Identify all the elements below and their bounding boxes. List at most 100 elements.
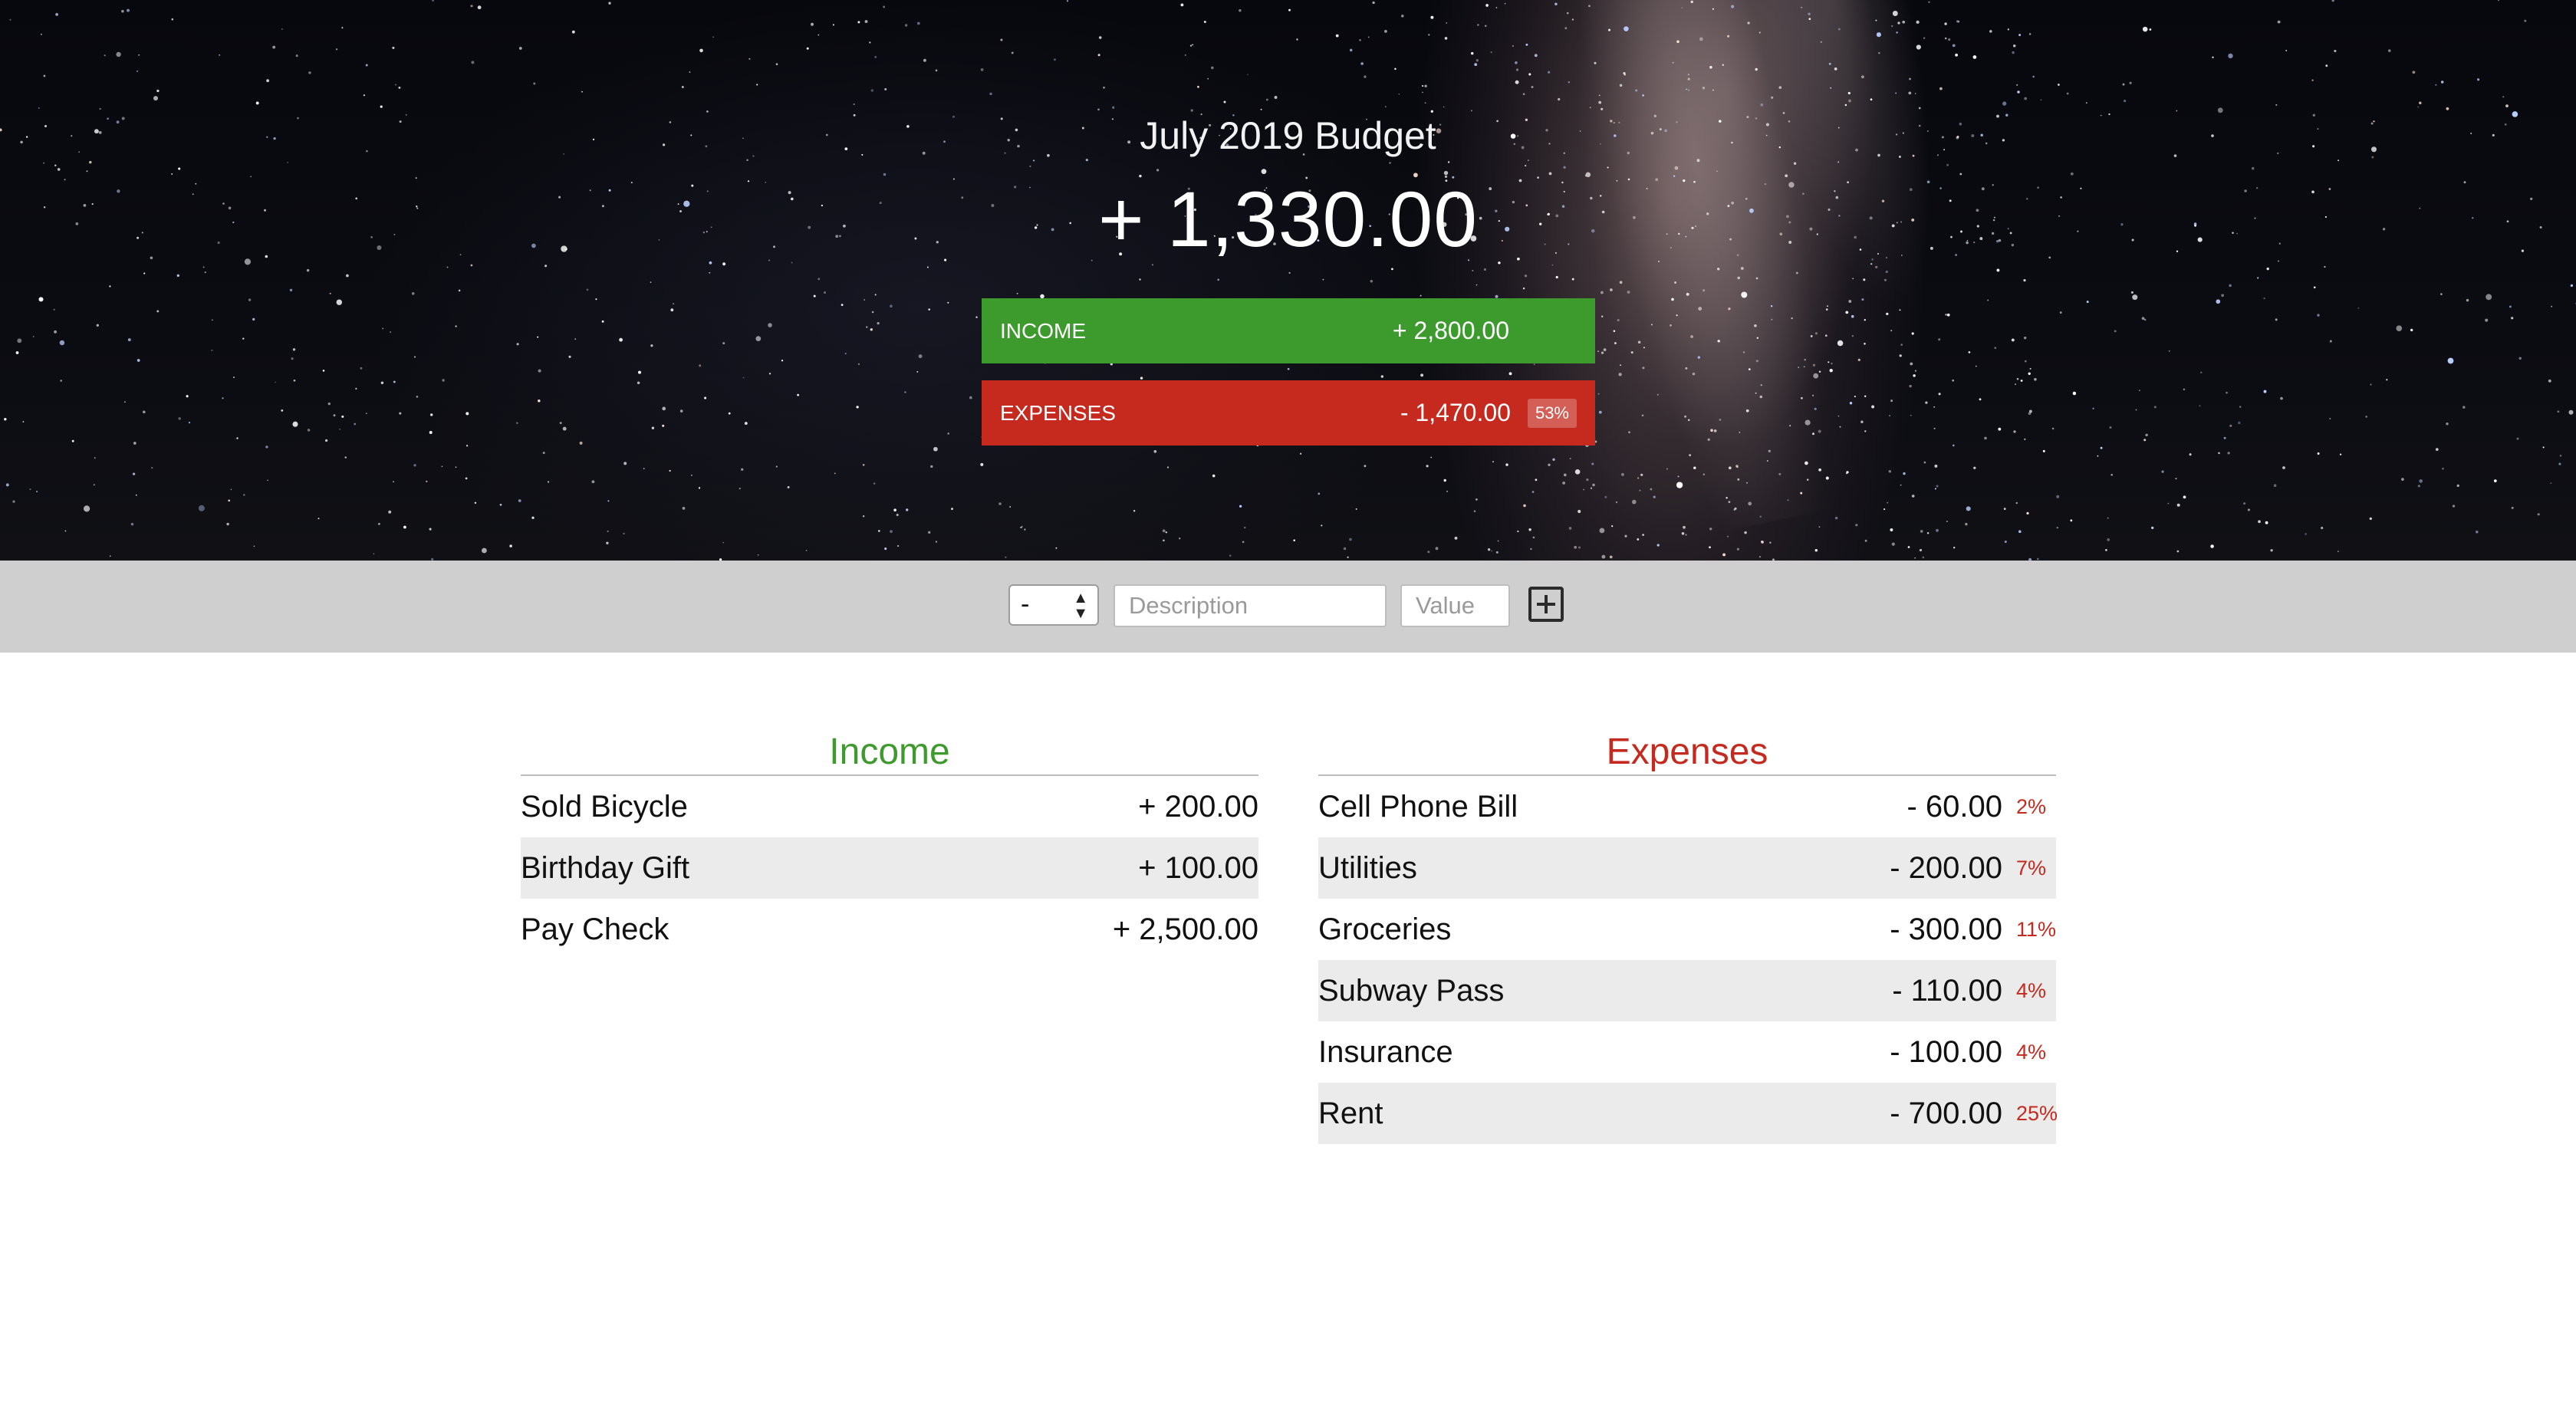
star [1686, 292, 1689, 296]
income-list: Income Sold Bicycle + 200.00 Birthday Gi… [521, 728, 1258, 960]
star [1687, 419, 1690, 422]
star [1677, 475, 1679, 478]
star [1600, 291, 1604, 294]
star [619, 337, 623, 342]
star [1828, 62, 1831, 65]
star [623, 532, 625, 535]
star [2229, 284, 2232, 288]
value-input[interactable] [1400, 584, 1510, 627]
star [1477, 24, 1479, 26]
star [1676, 40, 1679, 44]
star [2275, 318, 2278, 321]
star [874, 294, 877, 296]
star [2168, 350, 2170, 352]
description-input[interactable] [1114, 584, 1387, 627]
star [709, 271, 711, 274]
star [176, 274, 179, 278]
star [2176, 503, 2180, 507]
star [1911, 495, 1915, 498]
income-row[interactable]: Birthday Gift + 100.00 [521, 837, 1258, 899]
star [2153, 406, 2157, 409]
star [127, 338, 131, 342]
expense-row[interactable]: Cell Phone Bill - 60.00 2% [1318, 776, 2056, 837]
star [289, 288, 293, 292]
star [1875, 265, 1878, 269]
star [1676, 314, 1678, 317]
star [2016, 378, 2019, 380]
star [2015, 383, 2016, 385]
star [204, 271, 206, 274]
star [1876, 32, 1881, 38]
type-select[interactable]: - ▲ ▼ [1008, 584, 1099, 626]
star [89, 160, 92, 164]
star [1446, 490, 1448, 492]
star [57, 168, 61, 171]
star [1717, 268, 1720, 271]
star [83, 505, 90, 512]
star [236, 437, 239, 439]
star [2331, 0, 2334, 2]
star [1818, 429, 1821, 433]
star [1476, 284, 1478, 286]
star [516, 343, 519, 346]
star [1558, 97, 1561, 101]
star [813, 294, 816, 298]
expense-row[interactable]: Insurance - 100.00 4% [1318, 1021, 2056, 1083]
star [287, 162, 289, 163]
star [1737, 276, 1740, 280]
star [153, 96, 158, 101]
star [2012, 44, 2016, 48]
star [308, 71, 311, 74]
star [1709, 65, 1712, 69]
star [393, 481, 394, 483]
income-row[interactable]: Pay Check + 2,500.00 [521, 899, 1258, 960]
star [1670, 324, 1672, 327]
star [1533, 363, 1535, 366]
star [1778, 472, 1781, 475]
expense-row[interactable]: Rent - 700.00 25% [1318, 1083, 2058, 1144]
income-row[interactable]: Sold Bicycle + 200.00 [521, 776, 1258, 837]
star [1619, 281, 1623, 284]
add-item-button[interactable] [1528, 587, 1564, 622]
star [54, 164, 57, 166]
star [1447, 161, 1450, 163]
star [930, 465, 933, 469]
star [947, 301, 949, 304]
star [2107, 517, 2109, 519]
star [2334, 49, 2337, 53]
star [1207, 77, 1209, 80]
expense-row[interactable]: Groceries - 300.00 11% [1318, 899, 2056, 960]
star [2109, 426, 2112, 429]
star [1683, 525, 1686, 529]
expense-row[interactable]: Utilities - 200.00 7% [1318, 837, 2056, 899]
star [1890, 330, 1893, 332]
star [2337, 551, 2339, 552]
star [130, 522, 134, 526]
star [1555, 275, 1558, 279]
star [411, 291, 415, 295]
star [1754, 324, 1757, 327]
star [1033, 159, 1035, 162]
star [1435, 547, 1439, 551]
star [2122, 83, 2125, 86]
star [1287, 367, 1290, 370]
star [1759, 395, 1763, 399]
star [864, 299, 865, 301]
expense-row[interactable]: Subway Pass - 110.00 4% [1318, 960, 2056, 1021]
star [104, 54, 106, 57]
star [1712, 89, 1714, 91]
star [2107, 538, 2110, 541]
star [1427, 551, 1430, 554]
star [1588, 5, 1591, 8]
star [1627, 291, 1630, 294]
star [1716, 170, 1718, 173]
star [1849, 402, 1853, 405]
star [1910, 414, 1912, 416]
star [2486, 294, 2492, 301]
star [1574, 545, 1578, 549]
star [681, 85, 684, 89]
star [2321, 526, 2324, 530]
star [866, 326, 868, 328]
star [607, 530, 609, 532]
star [1426, 465, 1429, 468]
